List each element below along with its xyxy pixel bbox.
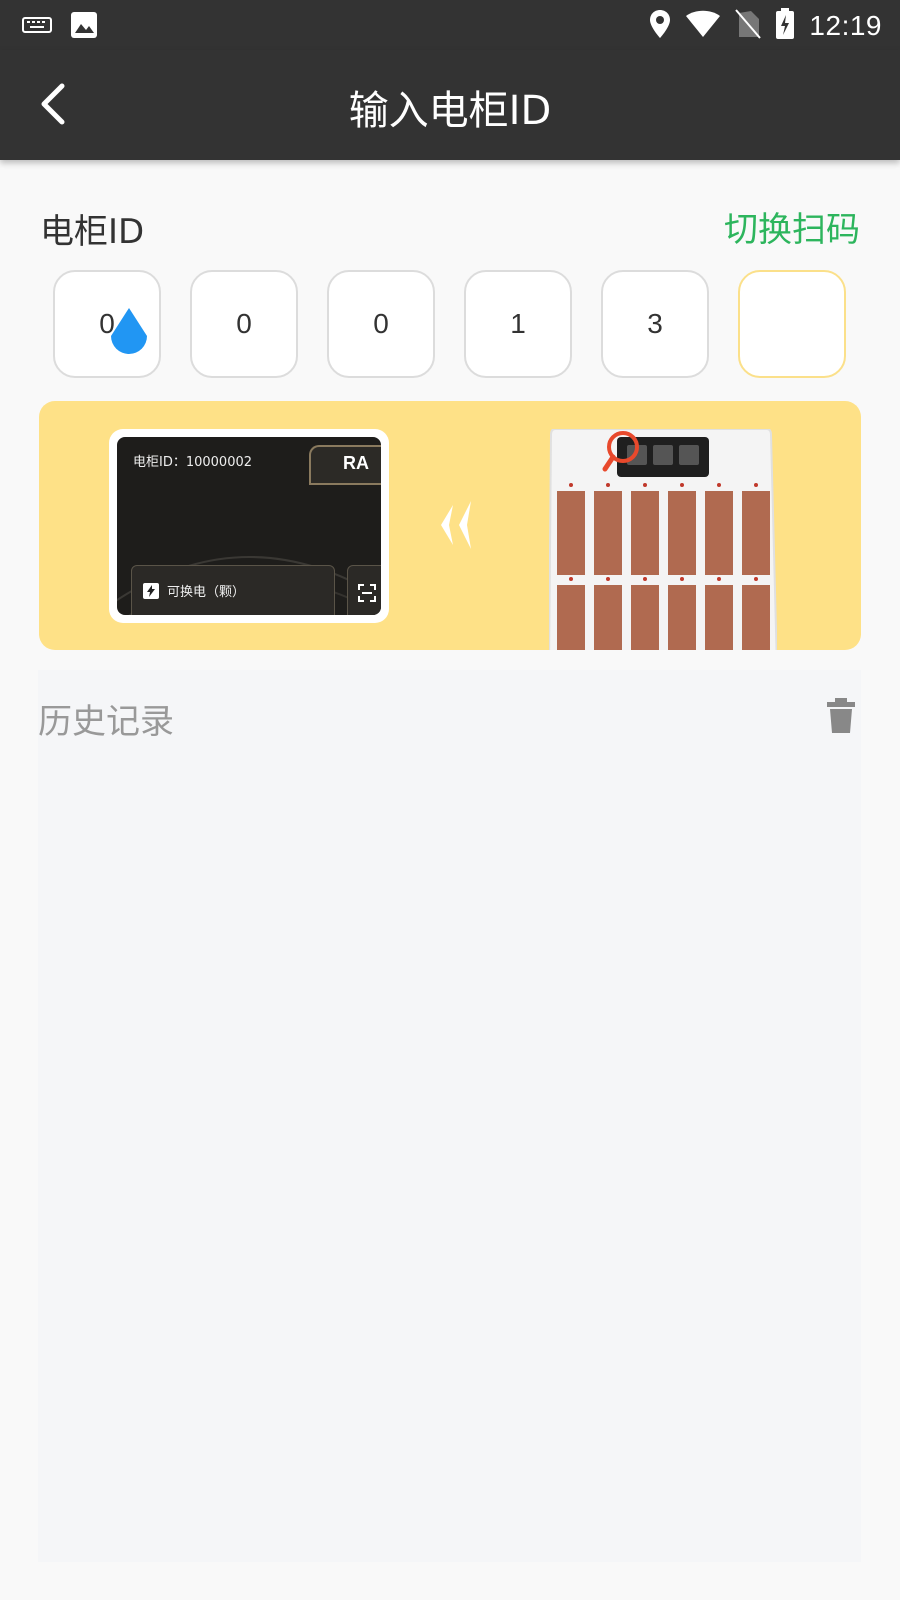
status-time: 12:19	[809, 10, 882, 41]
lightning-icon	[143, 583, 159, 599]
text-cursor-handle-icon[interactable]	[107, 306, 151, 362]
phone-screen: 电柜ID：10000002 RA 可换电（颗）	[117, 437, 381, 615]
battery-cabinet-illustration	[549, 429, 777, 650]
cabinet-id-label: 电柜ID	[40, 212, 145, 252]
id-digit-box[interactable]: 3	[601, 270, 709, 378]
id-digit-box-active[interactable]	[738, 270, 846, 378]
battery-charging-icon	[775, 8, 795, 44]
keyboard-icon	[22, 15, 52, 39]
double-chevron-left-icon	[441, 501, 471, 549]
status-bar: 12:19	[0, 0, 900, 50]
scan-frame-icon	[358, 584, 376, 602]
history-panel: 历史记录	[38, 670, 861, 1562]
cabinet-id-input[interactable]: 0 0 0 1 3	[53, 270, 849, 378]
id-digit-box[interactable]: 0	[190, 270, 298, 378]
phone-illustration: 电柜ID：10000002 RA 可换电（颗）	[109, 429, 389, 623]
switch-scan-button[interactable]: 切换扫码	[724, 202, 860, 251]
trash-icon[interactable]	[825, 698, 857, 734]
id-digit-box[interactable]: 0	[327, 270, 435, 378]
cabinet-id-header: 电柜ID 切换扫码	[40, 200, 860, 252]
scan-guide-banner: 电柜ID：10000002 RA 可换电（颗）	[39, 401, 861, 650]
location-icon	[649, 9, 671, 43]
wifi-icon	[685, 10, 721, 42]
page-title: 输入电柜ID	[348, 88, 552, 134]
image-icon	[70, 11, 98, 43]
phone-scan-box	[347, 565, 381, 615]
phone-cabinet-id-text: 电柜ID：10000002	[133, 455, 253, 470]
no-sim-icon	[735, 9, 762, 43]
phone-card-label: 可换电（颗）	[167, 585, 246, 600]
app-bar: 输入电柜ID	[0, 50, 900, 160]
id-digit-box[interactable]: 1	[464, 270, 572, 378]
phone-brand-text: RA	[309, 445, 381, 485]
history-title: 历史记录	[38, 702, 174, 742]
